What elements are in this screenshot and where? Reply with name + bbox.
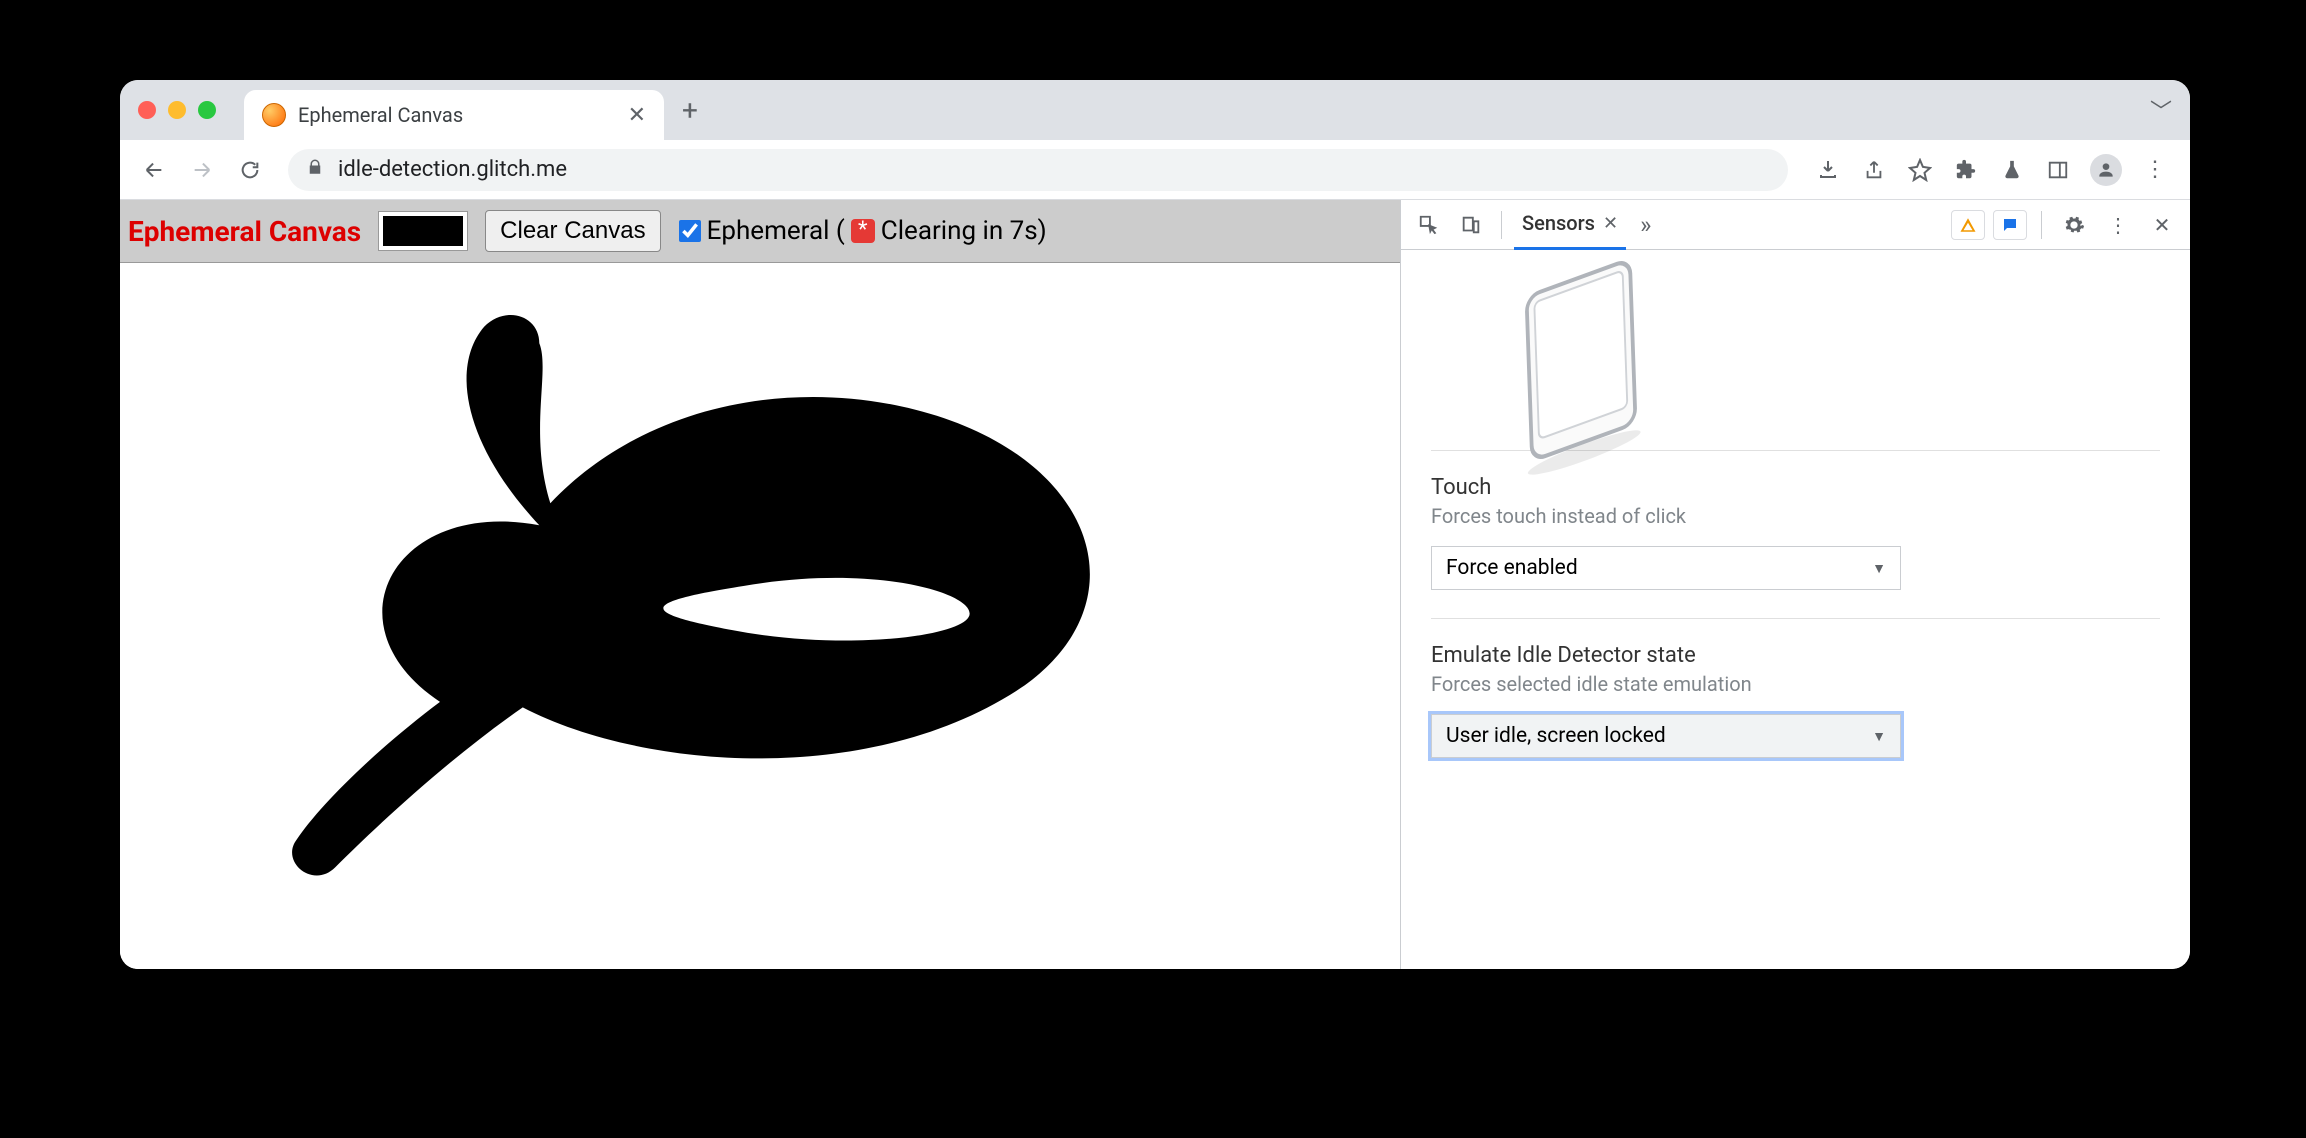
siren-icon <box>851 219 875 243</box>
separator <box>1501 211 1502 239</box>
touch-select[interactable]: Force enabled ▼ <box>1431 546 1901 590</box>
chevron-down-icon: ▼ <box>1872 728 1886 745</box>
bookmark-star-icon[interactable] <box>1906 156 1934 184</box>
issues-warning-badge[interactable] <box>1951 210 1985 240</box>
browser-tab[interactable]: Ephemeral Canvas ✕ <box>244 90 664 140</box>
page-toolbar: Ephemeral Canvas Clear Canvas Ephemeral … <box>120 200 1400 263</box>
extensions-puzzle-icon[interactable] <box>1952 156 1980 184</box>
tab-favicon <box>262 103 286 127</box>
devtools-close-icon[interactable]: ✕ <box>2144 207 2180 243</box>
warning-triangle-icon <box>1959 216 1977 234</box>
ephemeral-toggle[interactable]: Ephemeral ( Clearing in 7s) <box>679 216 1047 246</box>
more-tabs-icon[interactable]: » <box>1632 211 1659 239</box>
browser-toolbar: idle-detection.glitch.me <box>120 140 2190 200</box>
profile-avatar[interactable] <box>2090 154 2122 186</box>
separator <box>2041 211 2042 239</box>
idle-select[interactable]: User idle, screen locked ▼ <box>1431 714 1901 758</box>
inspect-element-icon[interactable] <box>1411 207 1447 243</box>
chevron-down-icon: ▼ <box>1872 560 1886 577</box>
device-illustration <box>1471 270 1691 450</box>
content-area: Ephemeral Canvas Clear Canvas Ephemeral … <box>120 200 2190 969</box>
touch-title: Touch <box>1431 475 2160 500</box>
arrow-right-icon <box>191 159 213 181</box>
devtools-tabbar: Sensors ✕ » ⋮ ✕ <box>1401 200 2190 250</box>
chat-bubble-icon <box>2001 216 2019 234</box>
drawing-canvas[interactable] <box>120 263 1400 969</box>
back-button[interactable] <box>134 150 174 190</box>
forward-button[interactable] <box>182 150 222 190</box>
ephemeral-checkbox[interactable] <box>679 220 701 242</box>
tab-close-icon[interactable]: ✕ <box>1603 213 1618 234</box>
orientation-preview <box>1431 250 2160 450</box>
device-toggle-icon[interactable] <box>1453 207 1489 243</box>
color-picker[interactable] <box>379 212 467 250</box>
address-bar[interactable]: idle-detection.glitch.me <box>288 149 1788 191</box>
tab-sensors[interactable]: Sensors ✕ <box>1514 200 1626 250</box>
browser-window: Ephemeral Canvas ✕ + ﹀ idle-detection.gl… <box>120 80 2190 969</box>
lock-icon <box>306 158 324 181</box>
arrow-left-icon <box>143 159 165 181</box>
tab-close-icon[interactable]: ✕ <box>628 103 646 128</box>
reload-icon <box>239 159 261 181</box>
new-tab-button[interactable]: + <box>682 94 698 127</box>
settings-gear-icon[interactable] <box>2056 207 2092 243</box>
ephemeral-label-prefix: Ephemeral ( <box>707 216 845 246</box>
close-window-button[interactable] <box>138 101 156 119</box>
page-title: Ephemeral Canvas <box>128 215 361 248</box>
idle-subtitle: Forces selected idle state emulation <box>1431 672 2160 696</box>
tab-label: Sensors <box>1522 211 1595 235</box>
idle-title: Emulate Idle Detector state <box>1431 643 2160 668</box>
reload-button[interactable] <box>230 150 270 190</box>
touch-select-value: Force enabled <box>1446 556 1578 580</box>
devtools-menu-icon[interactable]: ⋮ <box>2100 207 2136 243</box>
touch-subtitle: Forces touch instead of click <box>1431 504 2160 528</box>
devtools-panel: Sensors ✕ » ⋮ ✕ <box>1400 200 2190 969</box>
minimize-window-button[interactable] <box>168 101 186 119</box>
tab-title: Ephemeral Canvas <box>298 103 616 127</box>
browser-menu-icon[interactable]: ⋮ <box>2140 156 2168 184</box>
ephemeral-label-suffix: Clearing in 7s) <box>881 216 1047 246</box>
clear-canvas-button[interactable]: Clear Canvas <box>485 210 660 252</box>
devtools-body: Touch Forces touch instead of click Forc… <box>1401 250 2190 969</box>
tab-list-chevron-icon[interactable]: ﹀ <box>2150 94 2172 126</box>
toolbar-actions: ⋮ <box>1806 154 2176 186</box>
idle-select-value: User idle, screen locked <box>1446 724 1666 748</box>
touch-section: Touch Forces touch instead of click Forc… <box>1431 450 2160 618</box>
titlebar: Ephemeral Canvas ✕ + ﹀ <box>120 80 2190 140</box>
idle-section: Emulate Idle Detector state Forces selec… <box>1431 618 2160 786</box>
url-text: idle-detection.glitch.me <box>338 157 567 182</box>
page: Ephemeral Canvas Clear Canvas Ephemeral … <box>120 200 1400 969</box>
issues-info-badge[interactable] <box>1993 210 2027 240</box>
share-icon[interactable] <box>1860 156 1888 184</box>
install-app-icon[interactable] <box>1814 156 1842 184</box>
maximize-window-button[interactable] <box>198 101 216 119</box>
labs-flask-icon[interactable] <box>1998 156 2026 184</box>
window-controls <box>138 101 216 119</box>
canvas-drawing <box>120 263 1400 969</box>
side-panel-icon[interactable] <box>2044 156 2072 184</box>
